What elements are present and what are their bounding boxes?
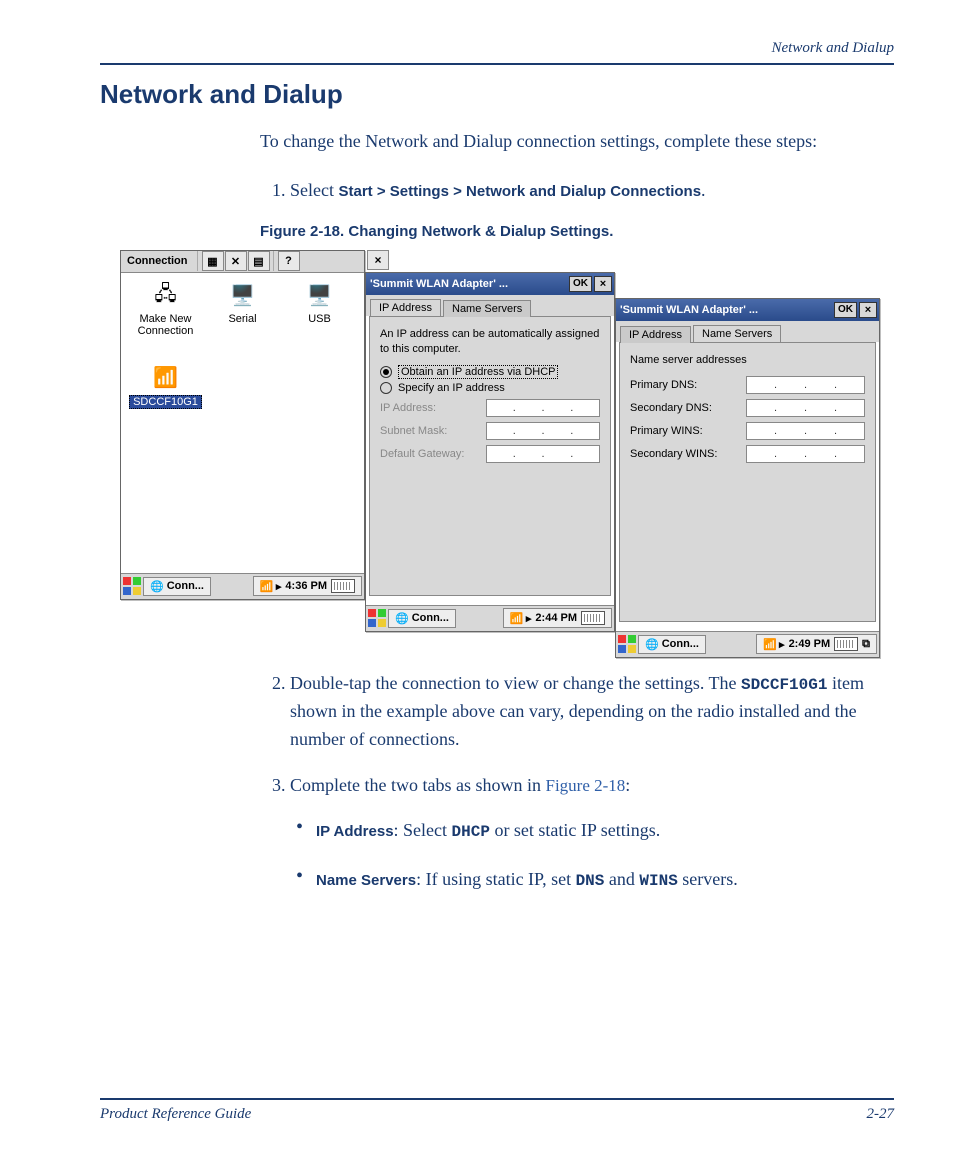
help-button[interactable]: ? [278, 251, 300, 271]
close-button[interactable]: × [367, 250, 389, 270]
usb-icon: 🖥️ [305, 283, 335, 309]
bullet-name-servers: Name Servers: If using static IP, set DN… [316, 866, 894, 893]
clock: 4:36 PM [285, 580, 327, 592]
step-1: Select Start > Settings > Network and Di… [290, 177, 894, 205]
tray-icon: 📶 [510, 612, 522, 624]
usb-connection-icon[interactable]: 🖥️ USB [281, 283, 358, 351]
default-gateway-field: Default Gateway: ... [380, 445, 600, 463]
serial-connection-icon[interactable]: 🖥️ Serial [204, 283, 281, 351]
ip-input[interactable]: ... [486, 399, 600, 417]
toolbar-icon[interactable]: ▦ [202, 251, 224, 271]
tray-icon: 📶 [260, 580, 272, 592]
keyboard-icon[interactable] [581, 611, 605, 625]
secondary-dns-field: Secondary DNS: ... [630, 399, 865, 417]
gateway-input[interactable]: ... [486, 445, 600, 463]
tab-row: IP Address Name Servers [366, 295, 614, 316]
running-header: Network and Dialup [100, 40, 894, 57]
ip-address-dialog: 'Summit WLAN Adapter' ... OK × IP Addres… [365, 272, 615, 632]
footer-page-number: 2-27 [867, 1106, 895, 1123]
primary-dns-field: Primary DNS: ... [630, 376, 865, 394]
close-button[interactable]: × [859, 302, 877, 318]
start-button[interactable] [618, 635, 636, 653]
system-tray[interactable]: 📶 ▸ 2:49 PM ⧉ [756, 634, 877, 654]
tab-body: An IP address can be automatically assig… [369, 316, 611, 596]
primary-wins-input[interactable]: ... [746, 422, 865, 440]
serial-icon: 🖥️ [228, 283, 258, 309]
system-tray[interactable]: 📶 ▸ 4:36 PM [253, 576, 362, 596]
clock: 2:49 PM [789, 638, 831, 650]
titlebar: 'Summit WLAN Adapter' ... OK × [616, 299, 879, 321]
radio-icon [380, 366, 392, 378]
radio-dhcp[interactable]: Obtain an IP address via DHCP [380, 365, 600, 379]
make-new-connection-icon[interactable]: 🖧 Make New Connection [127, 283, 204, 351]
secondary-dns-input[interactable]: ... [746, 399, 865, 417]
ok-button[interactable]: OK [834, 302, 857, 318]
rule-bottom [100, 1098, 894, 1100]
primary-dns-input[interactable]: ... [746, 376, 865, 394]
properties-icon[interactable]: ▤ [248, 251, 270, 271]
tab-body: Name server addresses Primary DNS: ... S… [619, 342, 876, 622]
selected-adapter-label: SDCCF10G1 [129, 395, 202, 409]
taskbar: 🌐 Conn... 📶 ▸ 2:49 PM ⧉ [616, 631, 879, 657]
tab-ip-address[interactable]: IP Address [370, 299, 441, 316]
description-text: Name server addresses [630, 353, 865, 368]
ok-button[interactable]: OK [569, 276, 592, 292]
close-button[interactable]: × [594, 276, 612, 292]
globe-plug-icon: 🖧 [151, 283, 181, 309]
system-tray[interactable]: 📶 ▸ 2:44 PM [503, 608, 612, 628]
icon-grid: 🖧 Make New Connection 🖥️ Serial 🖥️ USB 📶… [121, 273, 364, 433]
titlebar: 'Summit WLAN Adapter' ... OK × [366, 273, 614, 295]
secondary-wins-input[interactable]: ... [746, 445, 865, 463]
step-3: Complete the two tabs as shown in Figure… [290, 772, 894, 894]
titlebar: Connection ▦ ✕ ▤ ? [121, 251, 364, 273]
keyboard-icon[interactable] [331, 579, 355, 593]
bullet-ip-address: IP Address: Select DHCP or set static IP… [316, 817, 894, 844]
subnet-input[interactable]: ... [486, 422, 600, 440]
delete-icon[interactable]: ✕ [225, 251, 247, 271]
keyboard-icon[interactable] [834, 637, 858, 651]
tab-name-servers[interactable]: Name Servers [443, 300, 531, 317]
description-text: An IP address can be automatically assig… [380, 327, 600, 357]
tray-icon: 📶 [763, 638, 775, 650]
sdccf10g1-icon[interactable]: 📶 SDCCF10G1 [127, 365, 204, 423]
figure-reference-link[interactable]: Figure 2-18 [545, 776, 625, 795]
taskbar-conn-button[interactable]: 🌐 Conn... [143, 577, 211, 596]
secondary-wins-field: Secondary WINS: ... [630, 445, 865, 463]
step-2: Double-tap the connection to view or cha… [290, 670, 894, 754]
taskbar-conn-button[interactable]: 🌐 Conn... [638, 635, 706, 654]
connection-window: Connection ▦ ✕ ▤ ? 🖧 Make New Connection… [120, 250, 365, 600]
footer-guide: Product Reference Guide [100, 1106, 251, 1123]
dialog-title: 'Summit WLAN Adapter' ... [620, 304, 758, 316]
start-button[interactable] [123, 577, 141, 595]
taskbar: 🌐 Conn... 📶 ▸ 2:44 PM [366, 605, 614, 631]
rule-top [100, 63, 894, 65]
tab-row: IP Address Name Servers [616, 321, 879, 342]
page-footer: Product Reference Guide 2-27 [100, 1098, 894, 1123]
figure-2-18: Connection ▦ ✕ ▤ ? 🖧 Make New Connection… [120, 250, 894, 660]
name-servers-dialog: 'Summit WLAN Adapter' ... OK × IP Addres… [615, 298, 880, 658]
radio-icon [380, 382, 392, 394]
dialog-title: 'Summit WLAN Adapter' ... [370, 278, 508, 290]
cascade-icon[interactable]: ⧉ [862, 638, 870, 651]
step-1-lead: Select [290, 180, 338, 200]
taskbar: 🌐 Conn... 📶 ▸ 4:36 PM [121, 573, 364, 599]
section-heading: Network and Dialup [100, 79, 894, 110]
figure-caption: Figure 2-18. Changing Network & Dialup S… [260, 223, 894, 240]
taskbar-conn-button[interactable]: 🌐 Conn... [388, 609, 456, 628]
ip-address-field: IP Address: ... [380, 399, 600, 417]
menu-path: Start > Settings > Network and Dialup Co… [338, 183, 701, 200]
radio-adapter-icon: 📶 [151, 365, 181, 391]
subnet-mask-field: Subnet Mask: ... [380, 422, 600, 440]
window-title: Connection [121, 255, 194, 267]
tab-name-servers[interactable]: Name Servers [693, 325, 781, 342]
intro-paragraph: To change the Network and Dialup connect… [260, 128, 894, 155]
start-button[interactable] [368, 609, 386, 627]
tab-ip-address[interactable]: IP Address [620, 326, 691, 343]
sdccf10g1-code: SDCCF10G1 [741, 676, 827, 694]
radio-specify-ip[interactable]: Specify an IP address [380, 382, 600, 394]
primary-wins-field: Primary WINS: ... [630, 422, 865, 440]
clock: 2:44 PM [535, 612, 577, 624]
